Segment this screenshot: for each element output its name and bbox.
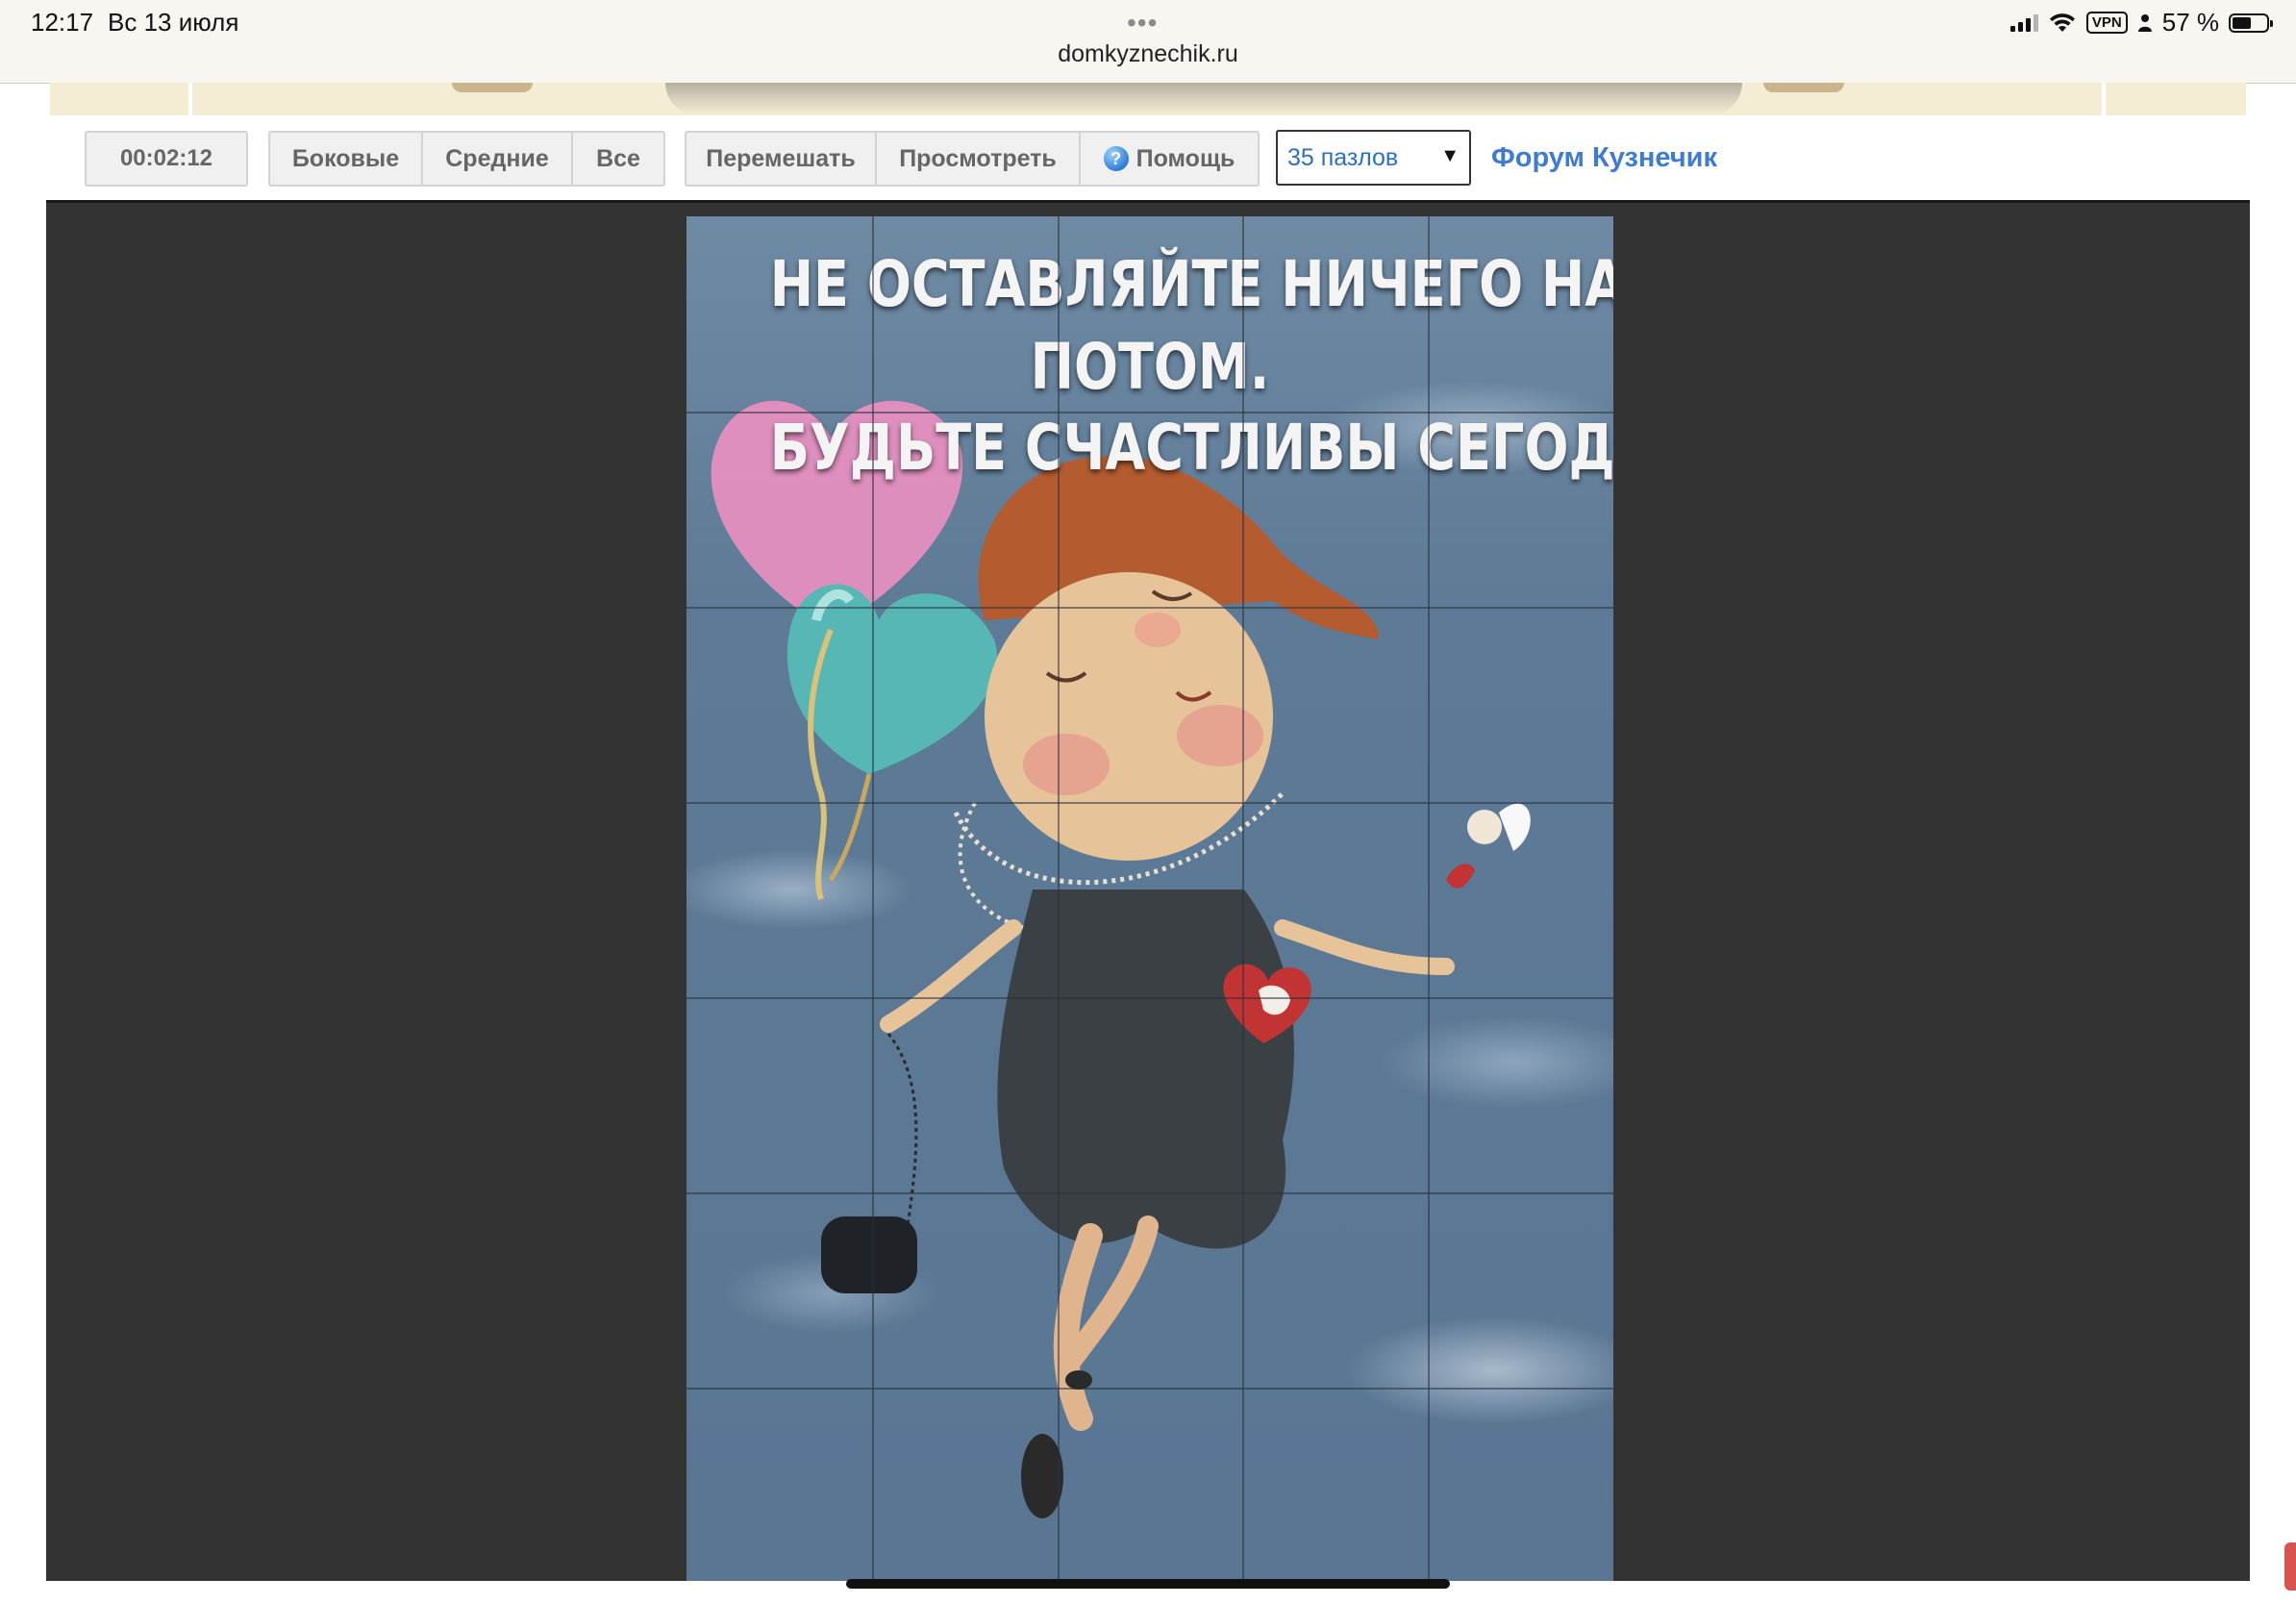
grid-line-horizontal	[686, 1192, 1613, 1194]
puzzle-caption-line-2: ПОТОМ.	[1030, 330, 1270, 404]
battery-percent: 57 %	[2161, 8, 2219, 37]
home-indicator	[846, 1579, 1450, 1589]
grid-line-horizontal	[686, 802, 1613, 804]
grid-line-horizontal	[686, 607, 1613, 609]
grid-line-vertical	[1058, 216, 1060, 1581]
puzzle-actions-group: Перемешать Просмотреть ? Помощь	[685, 131, 1260, 187]
all-pieces-button[interactable]: Все	[573, 133, 663, 185]
cellular-signal-icon	[2009, 13, 2038, 32]
status-bar: 12:17 Вс 13 июля ••• domkyznechik.ru VPN…	[0, 0, 2296, 84]
puzzle-caption-line-3: БУДЬТЕ СЧАСТЛИВЫ СЕГОДНЯ!!!	[769, 411, 1613, 485]
person-icon	[2137, 13, 2152, 32]
timer-display: 00:02:12	[85, 131, 248, 187]
dropdown-arrow-icon: ▼	[1440, 145, 1460, 166]
help-label: Помощь	[1136, 144, 1235, 172]
grid-line-horizontal	[686, 997, 1613, 999]
grid-line-horizontal	[686, 1388, 1613, 1390]
shuffle-button[interactable]: Перемешать	[686, 133, 877, 185]
status-indicators: VPN 57 %	[2009, 8, 2273, 38]
battery-level	[2233, 16, 2251, 29]
edge-filter-group: Боковые Средние Все	[268, 131, 665, 187]
header-divider	[2102, 83, 2106, 115]
grid-line-vertical	[1242, 216, 1244, 1581]
help-icon: ?	[1103, 146, 1129, 171]
puzzle-count-value: 35 пазлов	[1287, 143, 1399, 171]
address-bar-url[interactable]: domkyznechik.ru	[0, 40, 2296, 68]
battery-icon	[2229, 13, 2273, 33]
preview-button[interactable]: Просмотреть	[877, 133, 1081, 185]
grid-line-horizontal	[686, 412, 1613, 414]
help-button[interactable]: ? Помощь	[1081, 133, 1258, 185]
forum-link[interactable]: Форум Кузнечик	[1491, 142, 1717, 174]
side-tab[interactable]	[2284, 1542, 2296, 1591]
vpn-badge: VPN	[2085, 12, 2128, 34]
header-divider	[188, 83, 192, 115]
side-pieces-button[interactable]: Боковые	[270, 133, 423, 185]
puzzle-caption-line-1: НЕ ОСТАВЛЯЙТЕ НИЧЕГО НА	[769, 247, 1613, 321]
puzzle-count-select[interactable]: 35 пазлов ▼	[1276, 130, 1471, 186]
site-header-strip	[50, 83, 2246, 115]
header-ornament-right	[1763, 83, 1844, 92]
status-date: Вс 13 июля	[108, 8, 239, 37]
middle-pieces-button[interactable]: Средние	[423, 133, 573, 185]
grid-line-vertical	[1428, 216, 1430, 1581]
header-ornament-left	[452, 83, 533, 92]
puzzle-image[interactable]: НЕ ОСТАВЛЯЙТЕ НИЧЕГО НА ПОТОМ. БУДЬТЕ СЧ…	[686, 216, 1613, 1581]
multitasking-dots-icon[interactable]: •••	[1127, 8, 1158, 38]
grid-line-vertical	[872, 216, 874, 1581]
wifi-icon	[2049, 13, 2075, 32]
header-shadow	[665, 83, 1742, 115]
status-time: 12:17	[31, 8, 94, 37]
